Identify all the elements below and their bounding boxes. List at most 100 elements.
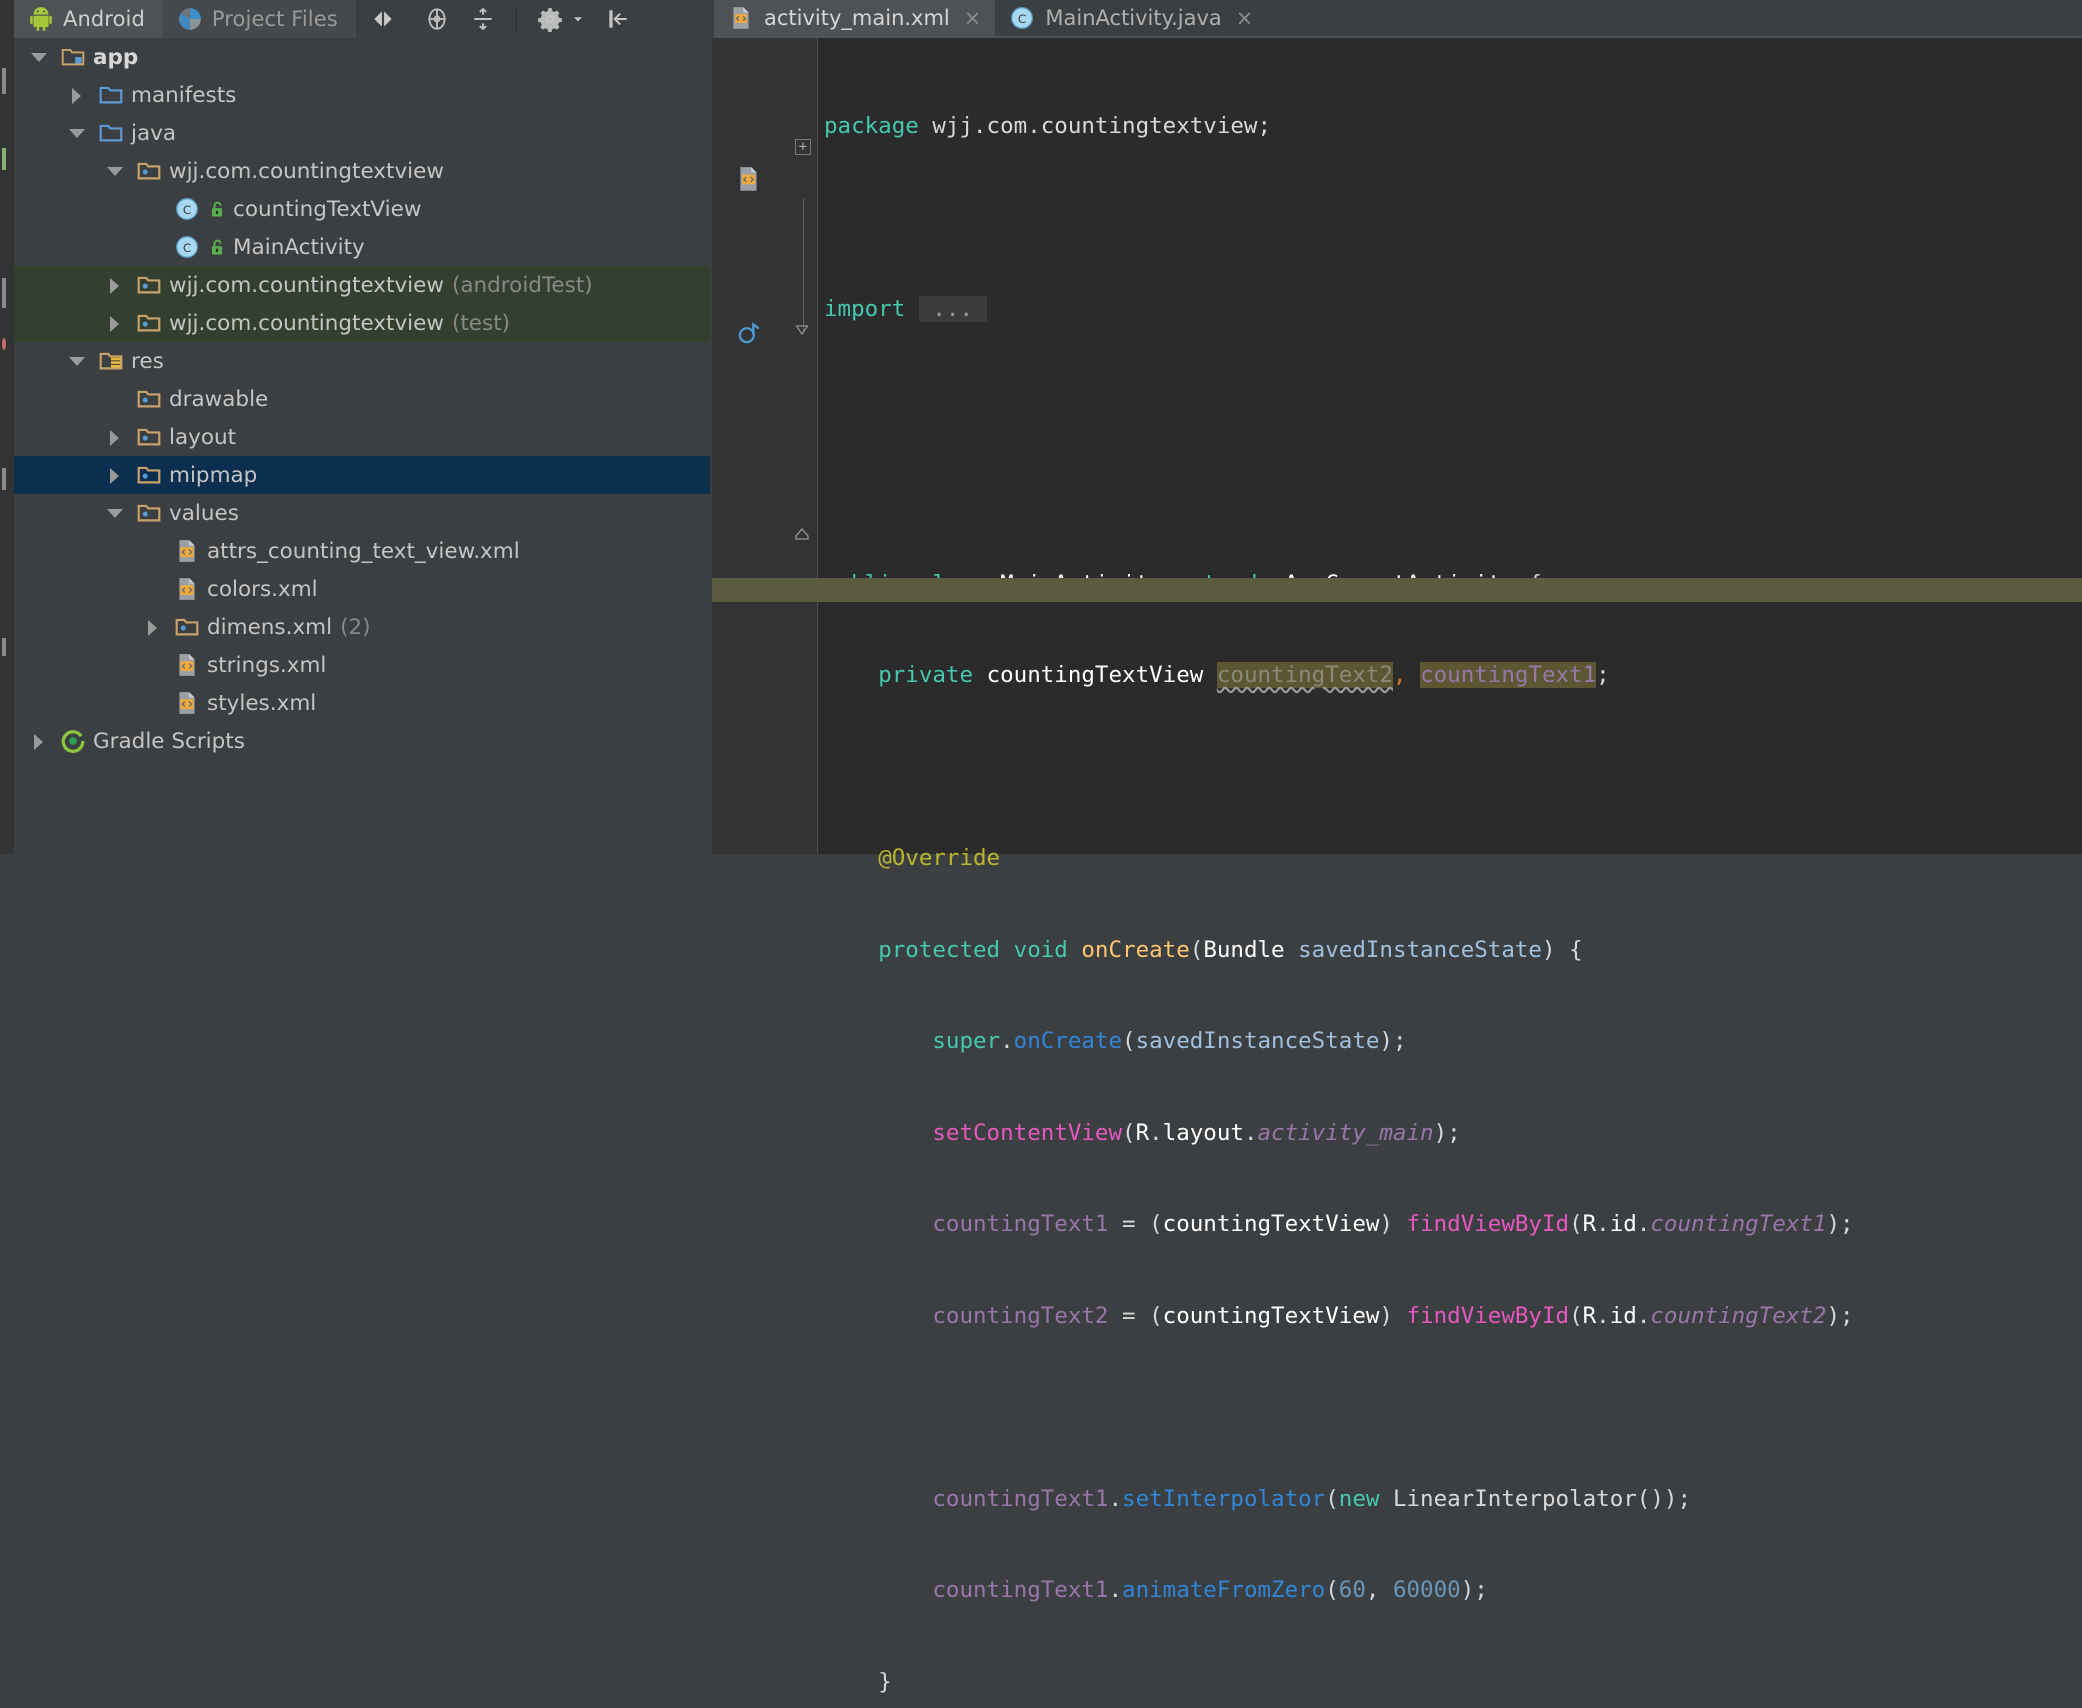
fold-collapse-icon[interactable] <box>795 325 809 335</box>
tree-spacer <box>142 692 164 714</box>
target-locate-icon[interactable] <box>424 6 450 32</box>
left-rail-top <box>0 0 14 38</box>
source-code[interactable]: package wjj.com.countingtextview; import… <box>818 38 2082 854</box>
tree-right-arrow-icon[interactable] <box>104 426 126 448</box>
android-robot-icon <box>28 6 54 32</box>
editor-status-strip <box>712 578 2082 602</box>
xml-file-icon <box>174 652 200 678</box>
module-folder-icon <box>60 44 86 70</box>
code-line: @Override <box>818 843 2082 874</box>
tree-right-arrow-icon[interactable] <box>142 616 164 638</box>
tree-row-attrs-counting-text-view-xml[interactable]: attrs_counting_text_view.xml <box>14 532 710 570</box>
rail-mark <box>2 468 6 490</box>
tree-row-app[interactable]: app <box>14 38 710 76</box>
package-folder-icon <box>136 386 162 412</box>
tree-right-arrow-icon[interactable] <box>66 84 88 106</box>
java-class-icon: C <box>174 196 200 222</box>
tree-row-layout[interactable]: layout <box>14 418 710 456</box>
tree-row-mipmap[interactable]: mipmap <box>14 456 710 494</box>
code-line <box>818 752 2082 783</box>
res-folder-icon <box>98 348 124 374</box>
xml-file-icon <box>174 576 200 602</box>
chevron-down-icon[interactable] <box>571 6 585 32</box>
package-folder-icon <box>174 614 200 640</box>
collapse-all-icon[interactable] <box>470 6 496 32</box>
tree-right-arrow-icon[interactable] <box>104 274 126 296</box>
pie-chart-icon <box>177 6 203 32</box>
package-folder-icon <box>136 310 162 336</box>
close-icon[interactable]: × <box>964 8 982 29</box>
rail-mark <box>2 68 6 94</box>
package-folder-icon <box>136 386 162 412</box>
tree-item-label: drawable <box>169 387 268 412</box>
tree-down-arrow-icon[interactable] <box>104 502 126 524</box>
tree-down-arrow-icon[interactable] <box>28 46 50 68</box>
code-line <box>818 1392 2082 1423</box>
collapse-expand-icon[interactable] <box>370 6 396 32</box>
override-method-marker-icon[interactable] <box>736 320 762 350</box>
code-line: countingText1 = (countingTextView) findV… <box>818 1209 2082 1240</box>
tree-row-drawable[interactable]: drawable <box>14 380 710 418</box>
code-line: countingText1.animateFromZero(60, 60000)… <box>818 1575 2082 1606</box>
tree-item-label: res <box>131 349 164 374</box>
tool-tab-project-files[interactable]: Project Files <box>163 0 356 38</box>
tree-row-strings-xml[interactable]: strings.xml <box>14 646 710 684</box>
package-folder-icon <box>136 500 162 526</box>
xml-file-icon <box>174 576 200 602</box>
tree-row-gradle-scripts[interactable]: Gradle Scripts <box>14 722 710 760</box>
code-line <box>818 386 2082 417</box>
tree-row-wjj-com-countingtextview[interactable]: wjj.com.countingtextview <box>14 152 710 190</box>
tree-row-values[interactable]: values <box>14 494 710 532</box>
tool-tab-android[interactable]: Android <box>14 0 163 38</box>
xml-file-icon <box>728 5 754 31</box>
tree-spacer <box>142 654 164 676</box>
settings-gear-icon[interactable] <box>537 6 563 32</box>
tree-row-styles-xml[interactable]: styles.xml <box>14 684 710 722</box>
xml-file-icon <box>174 652 200 678</box>
expand-import-icon[interactable]: + <box>795 139 811 155</box>
xml-file-icon <box>174 690 200 716</box>
tree-item-label: app <box>93 45 138 70</box>
tool-window-tabs: Android Project Files <box>14 0 356 38</box>
rail-mark <box>2 638 6 656</box>
tree-row-manifests[interactable]: manifests <box>14 76 710 114</box>
tree-row-countingtextview[interactable]: CcountingTextView <box>14 190 710 228</box>
editor-tab-label: activity_main.xml <box>764 6 950 30</box>
xml-layout-marker-icon[interactable] <box>736 166 762 198</box>
tree-spacer <box>142 540 164 562</box>
editor-tab-mainactivity-java[interactable]: C MainActivity.java × <box>995 0 1267 38</box>
tree-down-arrow-icon[interactable] <box>66 350 88 372</box>
tree-right-arrow-icon[interactable] <box>104 464 126 486</box>
editor-tab-activity-main-xml[interactable]: activity_main.xml × <box>714 0 995 38</box>
tree-row-dimens-xml[interactable]: dimens.xml(2) <box>14 608 710 646</box>
tool-tab-label: Android <box>63 7 145 31</box>
tree-down-arrow-icon[interactable] <box>104 160 126 182</box>
code-line: package wjj.com.countingtextview; <box>818 111 2082 142</box>
tree-item-suffix: (test) <box>452 311 510 336</box>
editor-fold-strip[interactable]: + <box>790 38 818 854</box>
code-line <box>818 477 2082 508</box>
res-folder-icon <box>98 348 124 374</box>
fold-region-icon[interactable] <box>795 528 809 540</box>
tree-row-res[interactable]: res <box>14 342 710 380</box>
hide-panel-icon[interactable] <box>605 6 631 32</box>
code-line: private countingTextView countingText2, … <box>818 660 2082 691</box>
gradle-icon <box>60 728 86 754</box>
tree-row-colors-xml[interactable]: colors.xml <box>14 570 710 608</box>
tree-row-wjj-com-countingtextview[interactable]: wjj.com.countingtextview(test) <box>14 304 710 342</box>
tree-row-mainactivity[interactable]: CMainActivity <box>14 228 710 266</box>
rail-error-mark <box>2 338 6 350</box>
tree-down-arrow-icon[interactable] <box>66 122 88 144</box>
code-line: countingText1.setInterpolator(new Linear… <box>818 1484 2082 1515</box>
close-icon[interactable]: × <box>1236 8 1254 29</box>
tree-row-wjj-com-countingtextview[interactable]: wjj.com.countingtextview(androidTest) <box>14 266 710 304</box>
tree-right-arrow-icon[interactable] <box>104 312 126 334</box>
tree-spacer <box>142 236 164 258</box>
project-tree-panel[interactable]: appmanifestsjavawjj.com.countingtextview… <box>14 38 710 854</box>
tree-row-java[interactable]: java <box>14 114 710 152</box>
tree-item-label: Gradle Scripts <box>93 729 245 754</box>
editor-gutter[interactable] <box>712 38 790 854</box>
code-editor[interactable]: + package wjj.com.countingtextview; impo… <box>712 38 2082 854</box>
tree-right-arrow-icon[interactable] <box>28 730 50 752</box>
tree-item-label: wjj.com.countingtextview <box>169 273 444 298</box>
